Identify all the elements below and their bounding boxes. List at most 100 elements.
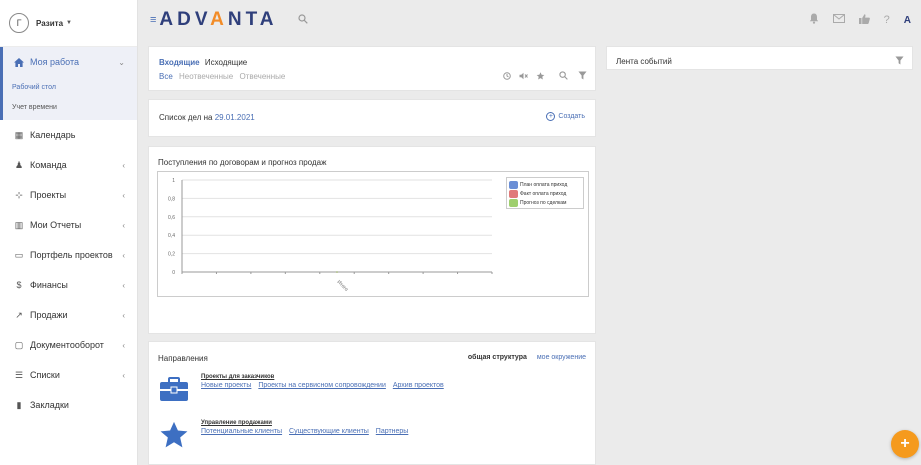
help-icon[interactable]: ? <box>884 14 890 26</box>
sidebar-nav-list: ▦ Календарь ♟ Команда ‹ ⊹ Проекты ‹ ▥ Мои Отчеты ‹… <box>0 120 137 420</box>
filter-answered[interactable]: Отвеченные <box>239 72 285 81</box>
link-new-projects[interactable]: Новые проекты <box>201 382 251 389</box>
mute-icon[interactable] <box>519 72 528 82</box>
link-projects-archive[interactable]: Архив проектов <box>393 382 444 389</box>
direction-name[interactable]: Проекты для заказчиков <box>201 374 449 380</box>
todo-date-link[interactable]: 29.01.2021 <box>215 113 255 122</box>
y-tick-label: 0,6 <box>168 215 175 221</box>
bell-icon[interactable] <box>809 13 819 27</box>
projects-icon: ⊹ <box>15 189 23 200</box>
caret-down-icon[interactable]: ▼ <box>66 20 72 26</box>
sidebar-item-lists[interactable]: ☰ Списки ‹ <box>0 360 137 390</box>
chart-container: 1 0,8 0,6 0,4 0,2 0 Итого План оплата приход Фа… <box>157 171 589 297</box>
sidebar-subitem-time-tracking[interactable]: Учет времени <box>3 97 137 117</box>
sidebar-item-my-work[interactable]: Моя работа ⌄ <box>3 47 137 77</box>
sidebar-item-bookmark[interactable]: ▮ Закладки <box>0 390 137 420</box>
search-icon[interactable] <box>297 13 308 27</box>
sidebar-item-documents[interactable]: ▢ Документооборот ‹ <box>0 330 137 360</box>
sidebar-item-label: Портфель проектов <box>30 250 113 260</box>
home-icon <box>12 57 26 67</box>
link-existing-clients[interactable]: Существующие клиенты <box>289 428 369 435</box>
chart-panel: Поступления по договорам и прогноз прода… <box>148 146 596 334</box>
switch-my-environment[interactable]: мое окружение <box>537 354 586 361</box>
nav-group-my-work: Моя работа ⌄ Рабочий стол Учет времени <box>0 47 137 120</box>
add-fab-button[interactable]: + <box>891 430 919 458</box>
star-icon[interactable] <box>158 420 190 450</box>
sidebar-item-label: Закладки <box>30 400 69 410</box>
filter-unanswered[interactable]: Неотвеченные <box>179 72 233 81</box>
plus-circle-icon: + <box>546 112 556 121</box>
sidebar-item-label: Списки <box>30 370 60 380</box>
star-icon[interactable] <box>536 71 545 82</box>
direction-customer-projects: Проекты для заказчиков Новые проекты Про… <box>158 374 449 404</box>
inbox-tabs: Входящие Исходящие <box>159 58 247 67</box>
directions-switch: общая структура мое окружение <box>468 354 586 361</box>
link-partners[interactable]: Партнеры <box>376 428 409 435</box>
menu-icon[interactable]: ≡ <box>150 14 156 26</box>
chart-legend: План оплата приход Факт оплата приход Прог… <box>506 177 584 209</box>
sidebar-item-portfolio[interactable]: ▭ Портфель проектов ‹ <box>0 240 137 270</box>
direction-sales-management: Управление продажами Потенциальные клиен… <box>158 420 413 450</box>
direction-name[interactable]: Управление продажами <box>201 420 413 426</box>
avatar[interactable]: Г <box>9 13 29 33</box>
sidebar-item-projects[interactable]: ⊹ Проекты ‹ <box>0 180 137 210</box>
chevron-left-icon[interactable]: ‹ <box>122 371 125 380</box>
sidebar-item-sales[interactable]: ↗ Продажи ‹ <box>0 300 137 330</box>
link-potential-clients[interactable]: Потенциальные клиенты <box>201 428 282 435</box>
logo[interactable]: ADVANTA <box>159 9 277 31</box>
legend-entry[interactable]: План оплата приход <box>509 180 581 189</box>
sidebar-item-label: Проекты <box>30 190 67 200</box>
team-icon: ♟ <box>14 159 24 170</box>
search-icon[interactable] <box>559 71 568 82</box>
chevron-down-icon[interactable]: ⌄ <box>118 58 125 67</box>
chevron-left-icon[interactable]: ‹ <box>122 311 125 320</box>
sales-icon: ↗ <box>15 309 23 320</box>
like-icon[interactable] <box>858 13 870 27</box>
sidebar-item-team[interactable]: ♟ Команда ‹ <box>0 150 137 180</box>
clock-icon[interactable] <box>503 71 511 82</box>
user-menu[interactable]: Г Разита ▼ <box>0 0 137 47</box>
filter-icon[interactable] <box>895 56 904 67</box>
sidebar-item-label: Продажи <box>30 310 68 320</box>
link-service-projects[interactable]: Проекты на сервисном сопровождении <box>258 382 386 389</box>
legend-entry[interactable]: Факт оплата приход <box>509 189 581 198</box>
chevron-left-icon[interactable]: ‹ <box>122 341 125 350</box>
tab-outgoing[interactable]: Исходящие <box>205 58 247 67</box>
mail-icon[interactable] <box>832 14 845 26</box>
chevron-left-icon[interactable]: ‹ <box>122 251 125 260</box>
sidebar-item-label: Документооборот <box>30 340 104 350</box>
tab-incoming[interactable]: Входящие <box>159 58 200 67</box>
sidebar-item-calendar[interactable]: ▦ Календарь <box>0 120 137 150</box>
topbar: ≡ ADVANTA ? A <box>138 0 921 40</box>
sidebar: Г Разита ▼ Моя работа ⌄ Рабочий стол Уче… <box>0 0 138 465</box>
switch-general-structure[interactable]: общая структура <box>468 354 527 361</box>
inbox-filters: Все Неотвеченные Отвеченные <box>159 72 289 81</box>
username[interactable]: Разита <box>36 19 63 28</box>
finance-icon: $ <box>16 280 22 290</box>
chevron-left-icon[interactable]: ‹ <box>122 221 125 230</box>
sidebar-item-reports[interactable]: ▥ Мои Отчеты ‹ <box>0 210 137 240</box>
person-icon <box>509 180 518 189</box>
events-title: Лента событий <box>616 57 672 66</box>
chevron-left-icon[interactable]: ‹ <box>122 161 125 170</box>
sidebar-subitem-desktop[interactable]: Рабочий стол <box>3 77 137 97</box>
brand-badge[interactable]: A <box>904 15 911 26</box>
chevron-left-icon[interactable]: ‹ <box>122 281 125 290</box>
filter-icon[interactable] <box>578 71 587 82</box>
create-task-button[interactable]: + Создать <box>546 112 585 121</box>
reports-icon: ▥ <box>14 219 24 230</box>
sidebar-item-label: Команда <box>30 160 67 170</box>
chevron-left-icon[interactable]: ‹ <box>122 191 125 200</box>
y-tick-label: 1 <box>172 178 175 184</box>
directions-panel: Направления общая структура мое окружени… <box>148 341 596 465</box>
y-tick-label: 0,2 <box>168 252 175 258</box>
sidebar-item-finance[interactable]: $ Финансы ‹ <box>0 270 137 300</box>
person-icon <box>509 189 518 198</box>
chart-title: Поступления по договорам и прогноз прода… <box>158 158 327 167</box>
legend-label: План оплата приход <box>520 181 568 188</box>
filter-all[interactable]: Все <box>159 72 173 81</box>
sidebar-item-label: Мои Отчеты <box>30 220 82 230</box>
legend-entry[interactable]: Прогноз по сделкам <box>509 198 581 207</box>
briefcase-icon[interactable] <box>158 374 190 404</box>
inbox-panel: Входящие Исходящие Все Неотвеченные Отве… <box>148 46 596 91</box>
